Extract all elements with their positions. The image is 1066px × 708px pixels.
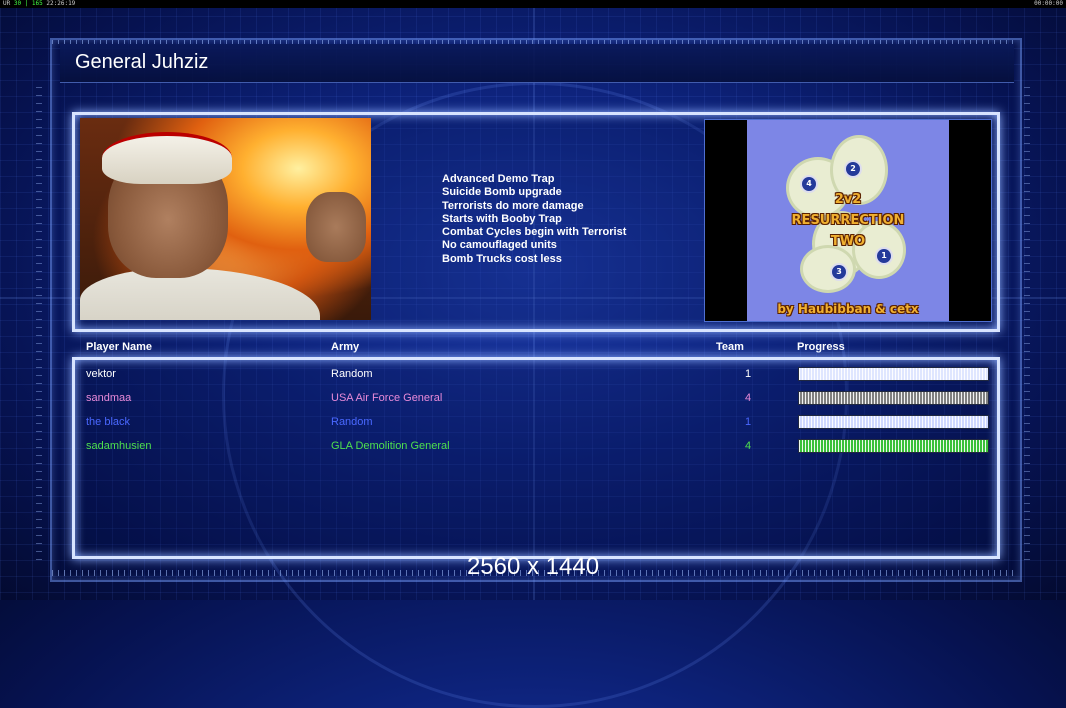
progress-fill [799, 392, 988, 404]
player-team: 1 [745, 368, 752, 380]
player-name: sadamhusien [86, 440, 152, 452]
progress-bar [798, 391, 989, 405]
map-title-line: 2v2 [834, 192, 862, 207]
progress-bar [798, 439, 989, 453]
game-timer: 00:00:00 [1034, 0, 1063, 7]
progress-bar [798, 367, 989, 381]
map-preview: 4 2 1 3 2v2 RESURRECTION TWO by Haubibba… [704, 119, 992, 322]
map-title-line: TWO [830, 234, 866, 249]
resolution-label: 2560 x 1440 [466, 553, 600, 580]
column-header-progress: Progress [797, 341, 845, 353]
column-header-team: Team [716, 341, 744, 353]
start-position-marker: 1 [875, 247, 893, 265]
player-row: vektor Random 1 [0, 364, 1066, 384]
status-values: 30 | 165 [13, 0, 43, 7]
player-team: 4 [745, 392, 752, 404]
player-row: sadamhusien GLA Demolition General 4 [0, 436, 1066, 456]
player-army: USA Air Force General [331, 392, 443, 404]
player-name: sandmaa [86, 392, 132, 404]
progress-fill [799, 368, 988, 380]
start-position-marker: 2 [844, 160, 862, 178]
start-position-marker: 4 [800, 175, 818, 193]
player-team: 4 [745, 440, 752, 452]
player-name: the black [86, 416, 131, 428]
progress-fill [799, 416, 988, 428]
map-credit: by Haubibban & cetx [777, 302, 919, 316]
start-position-marker: 3 [830, 263, 848, 281]
player-team: 1 [745, 416, 752, 428]
bonus-item: Suicide Bomb upgrade [442, 186, 562, 199]
status-prefix: UR [3, 0, 11, 7]
progress-bar [798, 415, 989, 429]
bonus-item: Terrorists do more damage [442, 199, 584, 212]
ruler-right [1024, 80, 1030, 560]
portrait-hand [306, 192, 366, 262]
player-row: sandmaa USA Air Force General 4 [0, 388, 1066, 408]
general-bonus-list: Advanced Demo Trap Suicide Bomb upgrade Te… [442, 173, 626, 266]
bonus-item: Advanced Demo Trap [442, 173, 555, 185]
status-left: UR 30 | 165 22:26:19 [3, 0, 75, 8]
bonus-item: No camouflaged units [442, 239, 557, 252]
portrait-turban [102, 132, 232, 184]
player-row: the black Random 1 [0, 412, 1066, 432]
page-title: General Juhziz [75, 51, 209, 73]
map-title-line: RESURRECTION [791, 213, 905, 228]
column-header-player: Player Name [86, 341, 153, 353]
progress-fill [799, 440, 988, 452]
ruler-left [36, 80, 42, 560]
bonus-item: Combat Cycles begin with Terrorist [442, 226, 627, 239]
status-bar: UR 30 | 165 22:26:19 00:00:00 [0, 0, 1066, 8]
portrait-robe [80, 268, 320, 320]
column-header-army: Army [331, 341, 360, 353]
bonus-item: Starts with Booby Trap [442, 212, 562, 225]
player-army: Random [331, 368, 373, 380]
status-clock: 22:26:19 [46, 0, 76, 7]
bonus-item: Bomb Trucks cost less [442, 252, 562, 265]
player-name: vektor [86, 368, 116, 380]
player-army: GLA Demolition General [331, 440, 450, 452]
general-portrait [80, 118, 371, 320]
player-army: Random [331, 416, 373, 428]
